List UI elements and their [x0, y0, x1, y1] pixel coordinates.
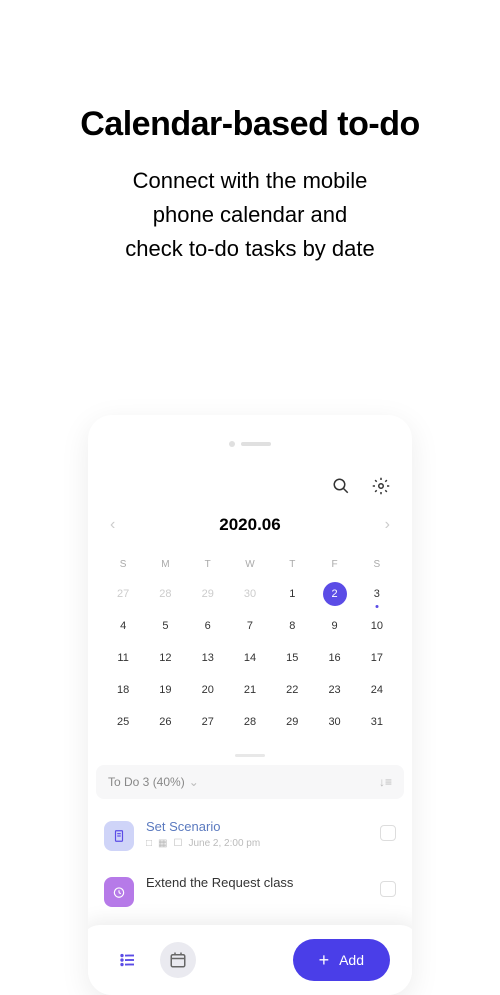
list-view-button[interactable]	[110, 942, 146, 978]
todo-item[interactable]: Extend the Request class	[88, 863, 412, 919]
calendar-day[interactable]: 7	[229, 610, 271, 642]
calendar-day[interactable]: 19	[144, 674, 186, 706]
next-month-button[interactable]: ›	[385, 516, 390, 534]
document-icon	[104, 821, 134, 851]
calendar-day[interactable]: 8	[271, 610, 313, 642]
calendar-day[interactable]: 14	[229, 642, 271, 674]
calendar-day[interactable]: 6	[187, 610, 229, 642]
calendar-day[interactable]: 21	[229, 674, 271, 706]
day-header: S	[102, 551, 144, 578]
calendar-day[interactable]: 30	[313, 706, 355, 738]
drag-handle[interactable]	[235, 754, 265, 757]
calendar-day[interactable]: 24	[356, 674, 398, 706]
day-header: M	[144, 551, 186, 578]
calendar-day[interactable]: 16	[313, 642, 355, 674]
calendar-day[interactable]: 17	[356, 642, 398, 674]
calendar-day[interactable]: 29	[187, 578, 229, 610]
todo-title: Set Scenario	[146, 819, 368, 834]
calendar-day[interactable]: 22	[271, 674, 313, 706]
calendar-day[interactable]: 1	[271, 578, 313, 610]
calendar-day[interactable]: 26	[144, 706, 186, 738]
plus-icon: +	[319, 951, 330, 969]
todo-title: Extend the Request class	[146, 875, 368, 890]
calendar-day[interactable]: 10	[356, 610, 398, 642]
bottom-bar: + Add	[88, 925, 412, 995]
calendar-day[interactable]: 15	[271, 642, 313, 674]
sort-icon[interactable]: ↓≡	[379, 775, 392, 789]
add-button-label: Add	[339, 952, 364, 968]
calendar-day[interactable]: 29	[271, 706, 313, 738]
calendar-day[interactable]: 23	[313, 674, 355, 706]
calendar-day[interactable]: 13	[187, 642, 229, 674]
search-icon[interactable]	[330, 475, 352, 497]
phone-frame: ‹ 2020.06 › SMTWTFS272829301234567891011…	[88, 415, 412, 995]
hero-title: Calendar-based to-do	[0, 105, 500, 144]
calendar-day[interactable]: 4	[102, 610, 144, 642]
calendar-day[interactable]: 18	[102, 674, 144, 706]
day-header: S	[356, 551, 398, 578]
calendar-day[interactable]: 28	[144, 578, 186, 610]
calendar-day[interactable]: 5	[144, 610, 186, 642]
calendar-day[interactable]: 27	[102, 578, 144, 610]
todo-checkbox[interactable]	[380, 881, 396, 897]
chevron-down-icon: ⌄	[189, 775, 199, 789]
todo-section-header[interactable]: To Do 3 (40%) ⌄ ↓≡	[96, 765, 404, 799]
calendar-day[interactable]: 27	[187, 706, 229, 738]
header-icons	[88, 447, 412, 507]
day-header: T	[187, 551, 229, 578]
calendar-day[interactable]: 3	[356, 578, 398, 610]
calendar-day[interactable]: 11	[102, 642, 144, 674]
calendar-day[interactable]: 20	[187, 674, 229, 706]
calendar-day[interactable]: 30	[229, 578, 271, 610]
day-header: T	[271, 551, 313, 578]
hero-subtitle: Connect with the mobile phone calendar a…	[0, 164, 500, 266]
calendar-day[interactable]: 31	[356, 706, 398, 738]
todo-list: Set Scenario □▦☐June 2, 2:00 pm Extend the…	[88, 807, 412, 919]
todo-item[interactable]: Set Scenario □▦☐June 2, 2:00 pm	[88, 807, 412, 863]
todo-meta: □▦☐June 2, 2:00 pm	[146, 838, 368, 849]
calendar-day[interactable]: 25	[102, 706, 144, 738]
phone-notch	[88, 415, 412, 447]
clock-icon	[104, 877, 134, 907]
calendar-grid: SMTWTFS272829301234567891011121314151617…	[88, 543, 412, 746]
day-header: W	[229, 551, 271, 578]
calendar-view-button[interactable]	[160, 942, 196, 978]
prev-month-button[interactable]: ‹	[110, 516, 115, 534]
calendar-day[interactable]: 9	[313, 610, 355, 642]
calendar-day[interactable]: 2	[313, 578, 355, 610]
calendar-day[interactable]: 12	[144, 642, 186, 674]
add-button[interactable]: + Add	[293, 939, 390, 981]
month-navigation: ‹ 2020.06 ›	[88, 507, 412, 543]
settings-icon[interactable]	[370, 475, 392, 497]
todo-checkbox[interactable]	[380, 825, 396, 841]
day-header: F	[313, 551, 355, 578]
todo-header-label: To Do 3 (40%)	[108, 775, 185, 789]
month-label: 2020.06	[219, 515, 280, 535]
calendar-day[interactable]: 28	[229, 706, 271, 738]
